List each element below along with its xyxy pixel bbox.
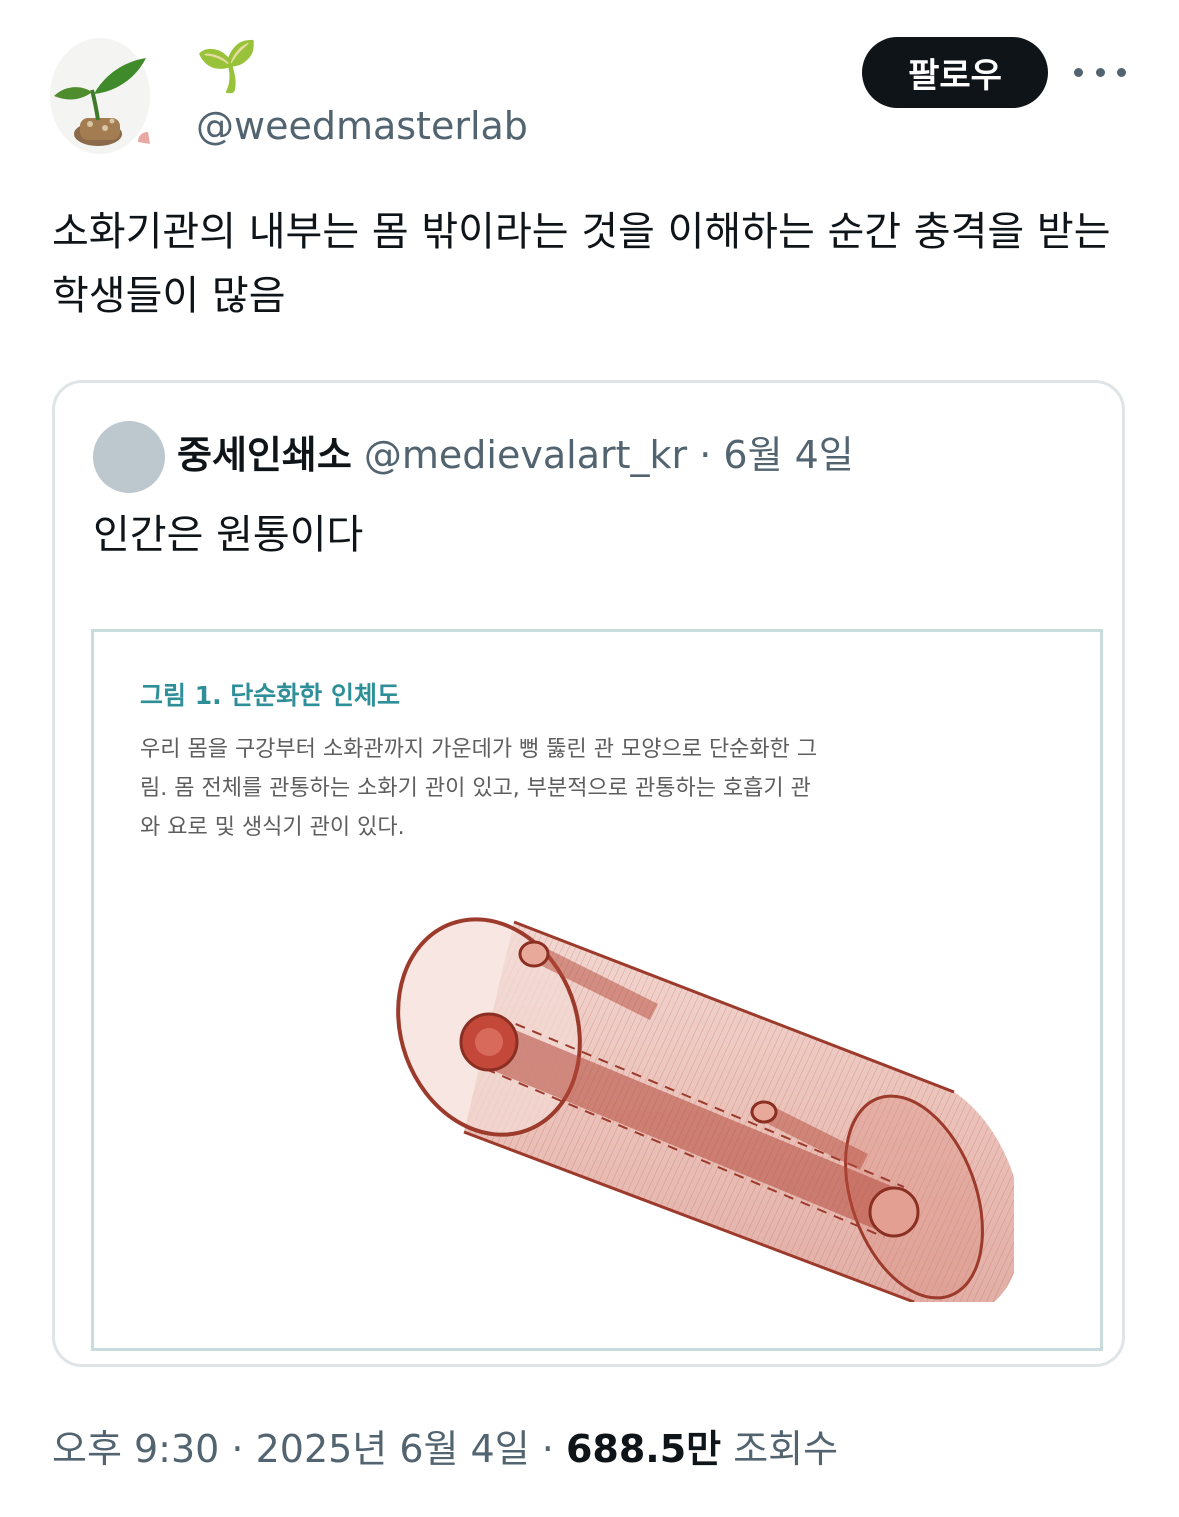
views-label: 조회수	[733, 1427, 839, 1471]
author-display-name[interactable]: 🌱	[196, 36, 258, 96]
author-handle[interactable]: @weedmasterlab	[196, 100, 528, 152]
quoted-author-name: 중세인쇄소	[177, 433, 352, 477]
quoted-tweet-card[interactable]: 중세인쇄소 @medievalart_kr · 6월 4일 인간은 원통이다 그…	[52, 380, 1125, 1367]
figure-title: 그림 1. 단순화한 인체도	[140, 681, 401, 710]
more-options-icon[interactable]	[1074, 52, 1126, 92]
separator-dot: ·	[219, 1427, 256, 1471]
figure-caption: 우리 몸을 구강부터 소화관까지 가운데가 뻥 뚫린 관 모양으로 단순화한 그…	[140, 737, 818, 840]
separator-dot: ·	[687, 433, 724, 477]
quoted-author-avatar	[93, 421, 165, 493]
quoted-tweet-image[interactable]: 그림 1. 단순화한 인체도 우리 몸을 구강부터 소화관까지 가운데가 뻥 뚫…	[91, 629, 1103, 1351]
tweet-date[interactable]: 2025년 6월 4일	[256, 1427, 530, 1471]
dot	[1074, 67, 1083, 77]
separator-dot: ·	[529, 1427, 566, 1471]
tube-illustration	[396, 917, 1014, 1302]
dot	[1095, 67, 1105, 77]
profile-avatar[interactable]	[50, 36, 152, 156]
views-count: 688.5만	[565, 1427, 722, 1471]
quoted-author-handle: @medievalart_kr	[363, 433, 688, 477]
quoted-tweet-date: 6월 4일	[723, 433, 854, 477]
follow-button[interactable]: 팔로우	[862, 37, 1048, 108]
tweet-text: 소화기관의 내부는 몸 밖이라는 것을 이해하는 순간 충격을 받는 학생들이 …	[52, 209, 1111, 319]
tweet-time[interactable]: 오후 9:30	[52, 1427, 219, 1471]
quoted-tweet-text: 인간은 원통이다	[93, 512, 364, 558]
tweet-footer: 오후 9:30 · 2025년 6월 4일 · 688.5만 조회수	[52, 1420, 838, 1478]
dot	[1117, 67, 1126, 77]
quoted-tweet-header: 중세인쇄소 @medievalart_kr · 6월 4일	[177, 427, 854, 483]
